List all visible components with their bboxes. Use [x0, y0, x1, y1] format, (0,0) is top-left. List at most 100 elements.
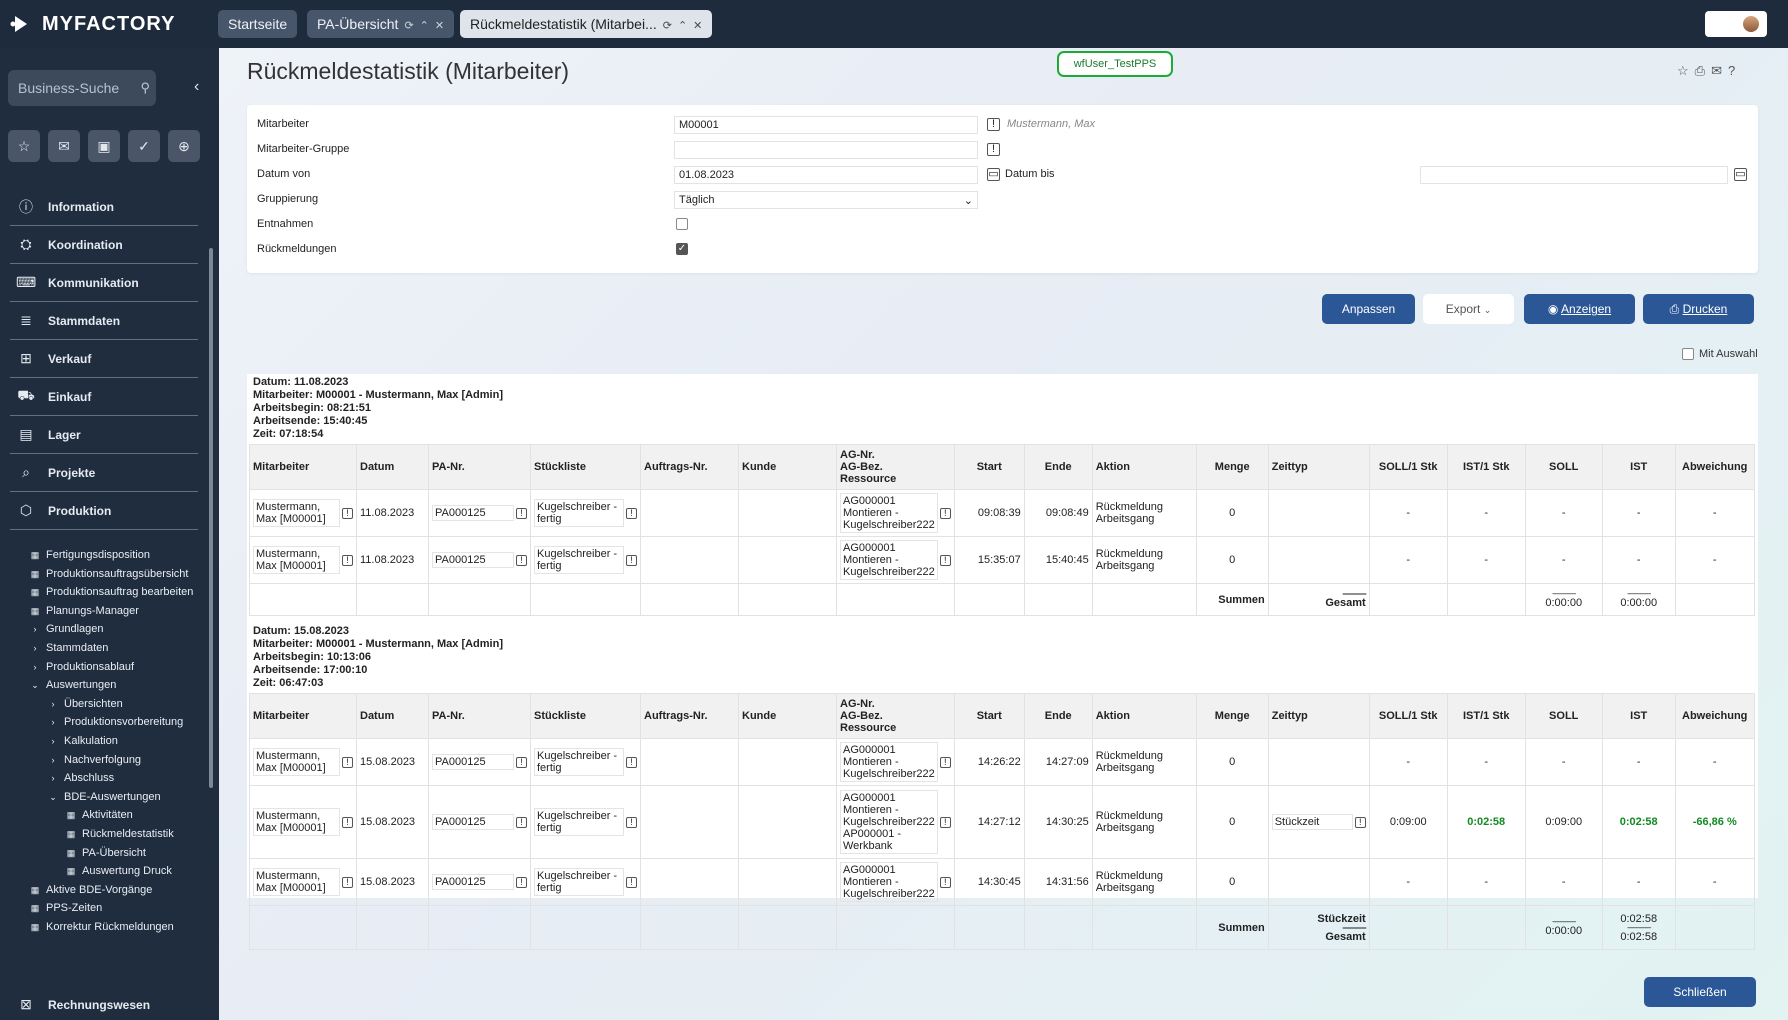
refresh-icon[interactable]: ⟳ [663, 20, 672, 32]
calendar-icon[interactable]: ▣ [88, 130, 120, 162]
table-row[interactable]: Mustermann, Max [M00001]! 15.08.2023 PA000… [249, 785, 1755, 859]
drucken-button[interactable]: ⎙ Drucken [1643, 294, 1754, 324]
lookup-icon[interactable]: ! [939, 554, 951, 566]
lookup-icon[interactable]: ! [342, 554, 353, 566]
tasks-icon[interactable]: ✓ [128, 130, 160, 162]
stueckliste-field[interactable]: Kugelschreiber - fertig! [534, 868, 637, 896]
sidebar-module-lager[interactable]: ▤ Lager [10, 416, 198, 454]
close-icon[interactable]: ✕ [435, 20, 444, 32]
lookup-icon[interactable]: ! [626, 816, 637, 828]
gruppierung-select[interactable]: Täglich ⌄ [674, 191, 978, 209]
table-row[interactable]: Mustermann, Max [M00001]! 15.08.2023 PA000… [249, 738, 1755, 786]
favorites-icon[interactable]: ☆ [8, 130, 40, 162]
schliessen-button[interactable]: Schließen [1644, 977, 1756, 1007]
sidebar-scrollbar[interactable] [209, 248, 213, 788]
tree-item[interactable]: › Grundlagen [28, 620, 193, 639]
mitarbeiter-field[interactable]: Mustermann, Max [M00001]! [253, 499, 353, 527]
sidebar-module-einkauf[interactable]: ⛟ Einkauf [10, 378, 198, 416]
sidebar-module-produktion[interactable]: ⬡ Produktion [10, 492, 198, 530]
tree-item[interactable]: ▦ Aktivitäten [28, 806, 193, 825]
checkbox-box[interactable] [1682, 348, 1694, 360]
lookup-icon[interactable]: ! [342, 816, 353, 828]
lookup-icon[interactable]: ! [987, 143, 1000, 156]
help-icon[interactable]: ? [1728, 63, 1735, 79]
lookup-icon[interactable]: ! [516, 554, 527, 566]
tree-item[interactable]: › Produktionsvorbereitung [28, 713, 193, 732]
table-row[interactable]: Mustermann, Max [M00001]! 15.08.2023 PA000… [249, 858, 1755, 906]
stueckliste-field[interactable]: Kugelschreiber - fertig! [534, 499, 637, 527]
mail-icon[interactable]: ✉ [1711, 63, 1722, 79]
lookup-icon[interactable]: ! [626, 554, 637, 566]
refresh-icon[interactable]: ⟳ [404, 20, 413, 32]
lookup-icon[interactable]: ! [939, 876, 951, 888]
anpassen-button[interactable]: Anpassen [1322, 294, 1415, 324]
tree-item[interactable]: ▦ Aktive BDE-Vorgänge [28, 881, 193, 900]
tree-item[interactable]: ▦ Produktionsauftragsübersicht [28, 565, 193, 584]
mit-auswahl-checkbox[interactable]: Mit Auswahl [1682, 348, 1758, 360]
lookup-icon[interactable]: ! [342, 756, 353, 768]
lookup-icon[interactable]: ! [939, 816, 951, 828]
tree-item[interactable]: ▦ Auswertung Druck [28, 862, 193, 881]
ag-field[interactable]: AG000001 Montieren - Kugelschreiber222 A… [840, 790, 951, 854]
tree-item[interactable]: › Abschluss [28, 769, 193, 788]
mail-icon[interactable]: ✉ [48, 130, 80, 162]
ag-field[interactable]: AG000001 Montieren - Kugelschreiber222! [840, 862, 951, 902]
favorite-icon[interactable]: ☆ [1677, 63, 1689, 79]
user-menu[interactable] [1705, 11, 1767, 37]
tree-item[interactable]: › Übersichten [28, 695, 193, 714]
anzeigen-button[interactable]: ◉ Anzeigen [1524, 294, 1635, 324]
lookup-icon[interactable]: ! [516, 816, 527, 828]
export-button[interactable]: Export ⌄ [1423, 294, 1514, 324]
lookup-icon[interactable]: ! [1354, 816, 1366, 828]
zeittyp-field[interactable]: Stückzeit! [1271, 814, 1366, 830]
sidebar-module-verkauf[interactable]: ⊞ Verkauf [10, 340, 198, 378]
pa-field[interactable]: PA000125! [432, 505, 527, 521]
chevron-up-icon[interactable]: ⌃ [420, 20, 429, 32]
stueckliste-field[interactable]: Kugelschreiber - fertig! [534, 546, 637, 574]
stueckliste-field[interactable]: Kugelschreiber - fertig! [534, 748, 637, 776]
tree-item[interactable]: ▦ Rückmeldestatistik [28, 825, 193, 844]
tree-item[interactable]: ⌄ BDE-Auswertungen [28, 788, 193, 807]
print-icon[interactable]: ⎙ [1695, 63, 1705, 79]
lookup-icon[interactable]: ! [342, 876, 353, 888]
tab-pa-uebersicht[interactable]: PA-Übersicht ⟳ ⌃ ✕ [307, 10, 455, 38]
ag-field[interactable]: AG000001 Montieren - Kugelschreiber222! [840, 493, 951, 533]
gruppe-input[interactable] [674, 141, 978, 159]
pa-field[interactable]: PA000125! [432, 754, 527, 770]
mitarbeiter-input[interactable]: M00001 [674, 116, 978, 134]
mitarbeiter-field[interactable]: Mustermann, Max [M00001]! [253, 546, 353, 574]
lookup-icon[interactable]: ! [342, 507, 353, 519]
tree-item[interactable]: › Kalkulation [28, 732, 193, 751]
calendar-icon[interactable]: ▭ [1734, 168, 1747, 181]
datum-von-input[interactable]: 01.08.2023 [674, 166, 978, 184]
tree-item[interactable]: ▦ PPS-Zeiten [28, 899, 193, 918]
lookup-icon[interactable]: ! [626, 756, 637, 768]
tab-startseite[interactable]: Startseite [218, 10, 298, 38]
lookup-icon[interactable]: ! [939, 756, 951, 768]
datum-bis-input[interactable] [1420, 166, 1728, 184]
ag-field[interactable]: AG000001 Montieren - Kugelschreiber222! [840, 540, 951, 580]
pa-field[interactable]: PA000125! [432, 874, 527, 890]
tree-item[interactable]: ▦ Produktionsauftrag bearbeiten [28, 583, 194, 602]
tab-rueckmeldestatistik[interactable]: Rückmeldestatistik (Mitarbei... ⟳ ⌃ ✕ [460, 10, 713, 38]
mitarbeiter-field[interactable]: Mustermann, Max [M00001]! [253, 748, 353, 776]
entnahmen-checkbox[interactable] [676, 218, 688, 230]
stueckliste-field[interactable]: Kugelschreiber - fertig! [534, 808, 637, 836]
tree-item[interactable]: ▦ Korrektur Rückmeldungen [28, 918, 193, 937]
collapse-sidebar-icon[interactable]: ‹ [194, 78, 199, 96]
sidebar-module-kommunikation[interactable]: ⌨ Kommunikation [10, 264, 198, 302]
lookup-icon[interactable]: ! [626, 507, 637, 519]
lookup-icon[interactable]: ! [516, 876, 527, 888]
lookup-icon[interactable]: ! [939, 507, 951, 519]
lookup-icon[interactable]: ! [987, 118, 1000, 131]
tree-item[interactable]: ⌄ Auswertungen [28, 676, 193, 695]
lookup-icon[interactable]: ! [516, 507, 527, 519]
lookup-icon[interactable]: ! [516, 756, 527, 768]
business-search-input[interactable]: Business-Suche ⚲ [8, 70, 156, 106]
sidebar-module-koordination[interactable]: ⛭ Koordination [10, 226, 198, 264]
pa-field[interactable]: PA000125! [432, 552, 527, 568]
table-row[interactable]: Mustermann, Max [M00001]! 11.08.2023 PA000… [249, 536, 1755, 584]
chevron-up-icon[interactable]: ⌃ [678, 20, 687, 32]
tree-item[interactable]: › Stammdaten [28, 639, 193, 658]
app-logo[interactable]: MYFACTORY [10, 12, 175, 36]
